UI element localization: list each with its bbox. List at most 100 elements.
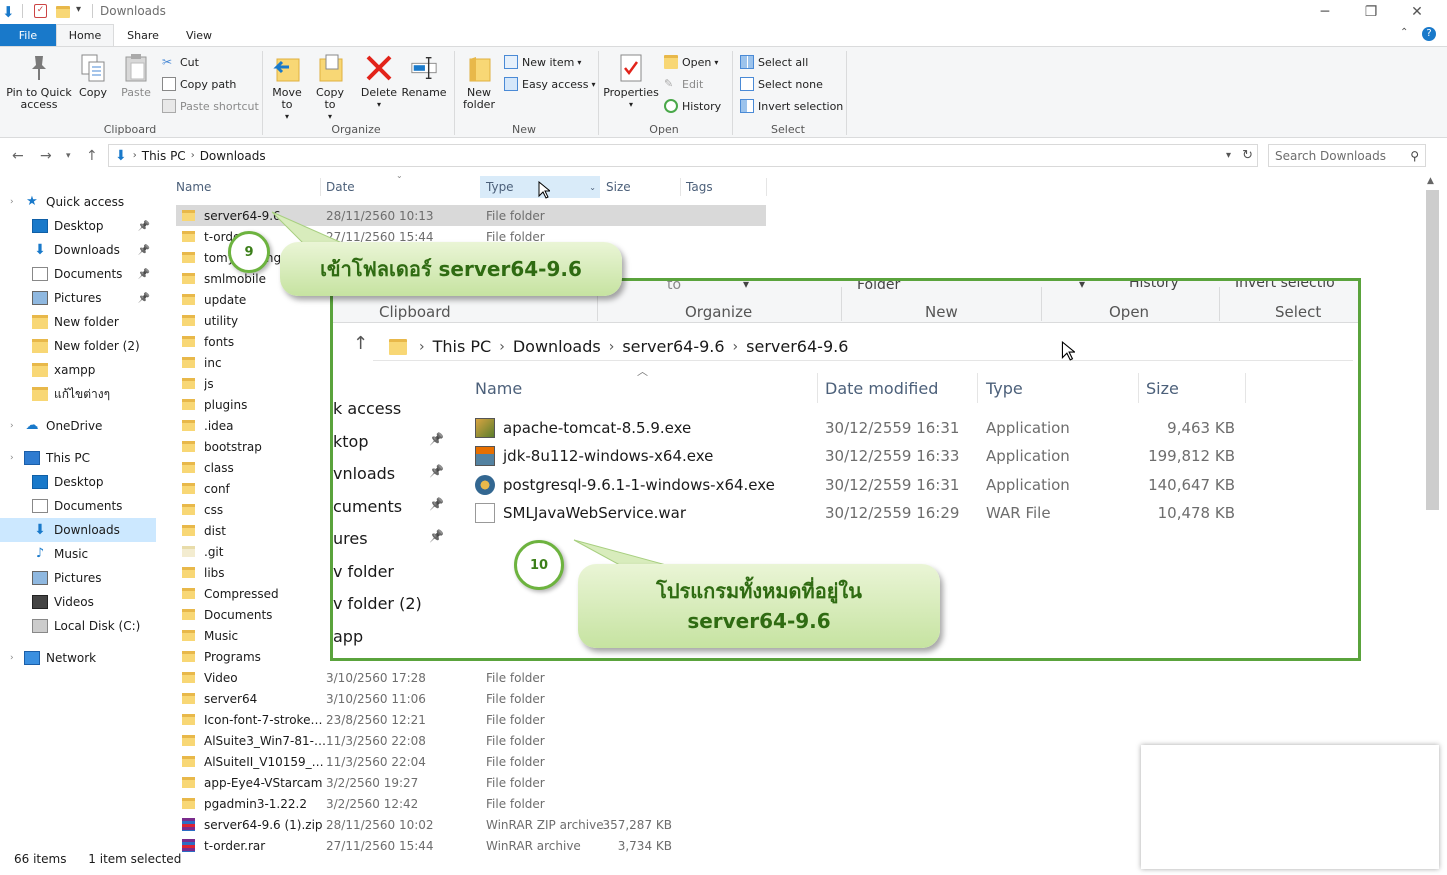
- file-row[interactable]: Icon-font-7-stroke-PIXEDEN-v-1.2.023/8/2…: [176, 709, 766, 730]
- sidebar-item-new-folder[interactable]: New folder: [0, 310, 156, 334]
- divider: [598, 51, 599, 135]
- scroll-up-arrow-icon[interactable]: ▲: [1427, 176, 1434, 186]
- search-input[interactable]: Search Downloads ⚲: [1268, 144, 1426, 167]
- edit-button[interactable]: ✎ Edit: [664, 75, 703, 93]
- expand-chevron-icon[interactable]: ›: [10, 197, 14, 207]
- select-none-button[interactable]: Select none: [740, 75, 823, 93]
- select-all-button[interactable]: Select all: [740, 53, 808, 71]
- sidebar-item-quick-access[interactable]: › ★ Quick access: [0, 190, 156, 214]
- open-button[interactable]: Open ▾: [664, 53, 718, 71]
- dropdown-arrow-icon: ▾: [714, 57, 719, 67]
- sidebar-item-xampp[interactable]: xampp: [0, 358, 156, 382]
- sidebar-item-downloads[interactable]: ⬇ Downloads 📌: [0, 238, 156, 262]
- sidebar-item-new-folder-2[interactable]: New folder (2): [0, 334, 156, 358]
- sidebar-item-music[interactable]: ♪ Music: [0, 542, 156, 566]
- file-row[interactable]: app-Eye4-VStarcam 3/2/2560 19:27 File fold…: [176, 772, 766, 793]
- rename-button[interactable]: Rename: [401, 53, 447, 99]
- expand-chevron-icon[interactable]: ›: [10, 653, 14, 663]
- properties-quick-icon[interactable]: ✓: [34, 4, 47, 18]
- sidebar-item-this-pc[interactable]: › This PC: [0, 446, 156, 470]
- back-arrow-icon[interactable]: ←: [12, 148, 24, 164]
- sidebar-item-documents[interactable]: Documents: [0, 494, 156, 518]
- column-size-label: Size: [606, 180, 631, 194]
- folder-icon: [182, 210, 195, 221]
- history-button[interactable]: History: [664, 97, 721, 115]
- new-folder-quick-icon[interactable]: [56, 6, 70, 18]
- column-header-tags[interactable]: Tags: [686, 176, 766, 198]
- sidebar-item-[interactable]: แก้ไขต่างๆ: [0, 382, 156, 406]
- tab-home[interactable]: Home: [56, 24, 114, 46]
- select-none-icon: [740, 77, 754, 91]
- postgres-icon: [475, 474, 495, 495]
- breadcrumb-separator: ›: [732, 338, 739, 355]
- copy-button[interactable]: Copy: [76, 53, 110, 99]
- new-folder-button[interactable]: New folder: [458, 53, 500, 111]
- forward-arrow-icon[interactable]: →: [40, 148, 52, 164]
- inset-column-date: Date modified: [825, 379, 939, 398]
- recent-locations-chevron-icon[interactable]: ▾: [66, 151, 71, 161]
- inset-sidebar-label: k access: [333, 399, 402, 418]
- file-row[interactable]: server64-9.6 (1).zip 28/11/2560 10:02 WinR…: [176, 814, 766, 835]
- sidebar-item-pictures[interactable]: Pictures: [0, 566, 156, 590]
- tab-file[interactable]: File: [0, 24, 56, 46]
- sidebar-item-pictures[interactable]: Pictures 📌: [0, 286, 156, 310]
- sidebar-item-videos[interactable]: Videos: [0, 590, 156, 614]
- properties-button[interactable]: Properties ▾: [602, 53, 660, 111]
- maximize-button[interactable]: ❐: [1348, 0, 1394, 24]
- expand-chevron-icon[interactable]: ›: [10, 421, 14, 431]
- delete-button[interactable]: Delete ▾: [360, 53, 398, 111]
- file-type: File folder: [486, 733, 545, 748]
- file-row[interactable]: server64 3/10/2560 11:06 File folder: [176, 688, 766, 709]
- help-icon[interactable]: ?: [1422, 27, 1436, 41]
- cut-button[interactable]: ✂ Cut: [162, 53, 199, 71]
- tab-view[interactable]: View: [176, 24, 222, 46]
- scrollbar-thumb[interactable]: [1426, 190, 1439, 510]
- file-row[interactable]: t-order.rar 27/11/2560 15:44 WinRAR archiv…: [176, 835, 766, 856]
- new-item-icon: [504, 55, 518, 69]
- sidebar-item-documents[interactable]: Documents 📌: [0, 262, 156, 286]
- folder-icon: [182, 420, 195, 431]
- new-item-button[interactable]: New item ▾: [504, 53, 581, 71]
- paste-button[interactable]: Paste: [116, 53, 156, 99]
- inset-file-type: Application: [986, 447, 1070, 466]
- sidebar-item-local-disk-c[interactable]: Local Disk (C:): [0, 614, 156, 638]
- file-row[interactable]: Video 3/10/2560 17:28 File folder: [176, 667, 766, 688]
- invert-selection-button[interactable]: Invert selection: [740, 97, 843, 115]
- column-header-name[interactable]: Name: [176, 176, 320, 198]
- breadcrumb-this-pc[interactable]: This PC: [142, 149, 186, 163]
- address-dropdown-icon[interactable]: ▾: [1226, 150, 1231, 161]
- paste-shortcut-button[interactable]: Paste shortcut: [162, 97, 259, 115]
- divider: [454, 51, 455, 135]
- sidebar-item-onedrive[interactable]: › ☁ OneDrive: [0, 414, 156, 438]
- expand-chevron-icon[interactable]: ›: [10, 453, 14, 463]
- new-folder-label: New folder: [463, 86, 495, 111]
- filter-dropdown-icon[interactable]: ⌄: [589, 183, 596, 192]
- customize-quick-access-icon[interactable]: ▾: [76, 4, 81, 15]
- sidebar-item-desktop[interactable]: Desktop 📌: [0, 214, 156, 238]
- address-box[interactable]: ⬇ › This PC › Downloads ▾ ↻: [108, 144, 1258, 167]
- address-bar-row: ← → ▾ ↑ ⬇ › This PC › Downloads ▾ ↻ Sear…: [0, 140, 1447, 172]
- move-to-button[interactable]: Move to ▾: [268, 53, 306, 123]
- collapse-ribbon-icon[interactable]: ⌃: [1400, 27, 1408, 38]
- sidebar-item-network[interactable]: › Network: [0, 646, 156, 670]
- file-row[interactable]: AlSuite3_Win7-81-10_ENG11/3/2560 22:08 Fi…: [176, 730, 766, 751]
- file-row[interactable]: pgadmin3-1.22.2 3/2/2560 12:42 File folder: [176, 793, 766, 814]
- sort-chevron-icon: ⌄: [396, 171, 403, 180]
- breadcrumb-downloads[interactable]: Downloads: [200, 149, 266, 163]
- tab-share[interactable]: Share: [118, 24, 168, 46]
- pin-to-quick-access-button[interactable]: Pin to Quick access: [4, 53, 74, 111]
- sidebar-item-downloads[interactable]: ⬇ Downloads: [0, 518, 156, 542]
- refresh-icon[interactable]: ↻: [1242, 148, 1253, 163]
- file-row[interactable]: server64-9.6 28/11/2560 10:13 File folder: [176, 205, 766, 226]
- sidebar-item-desktop[interactable]: Desktop: [0, 470, 156, 494]
- column-header-size[interactable]: Size: [606, 176, 676, 198]
- copy-to-button[interactable]: Copy to ▾: [312, 53, 348, 123]
- copy-path-button[interactable]: Copy path: [162, 75, 236, 93]
- close-button[interactable]: ✕: [1394, 0, 1440, 24]
- minimize-button[interactable]: ─: [1302, 0, 1348, 24]
- file-row[interactable]: AlSuiteII_V10159_PC 11/3/2560 22:04 File f…: [176, 751, 766, 772]
- breadcrumb-separator: ›: [419, 338, 425, 355]
- file-date: 11/3/2560 22:08: [326, 733, 426, 748]
- easy-access-button[interactable]: Easy access ▾: [504, 75, 596, 93]
- up-arrow-icon[interactable]: ↑: [86, 148, 98, 164]
